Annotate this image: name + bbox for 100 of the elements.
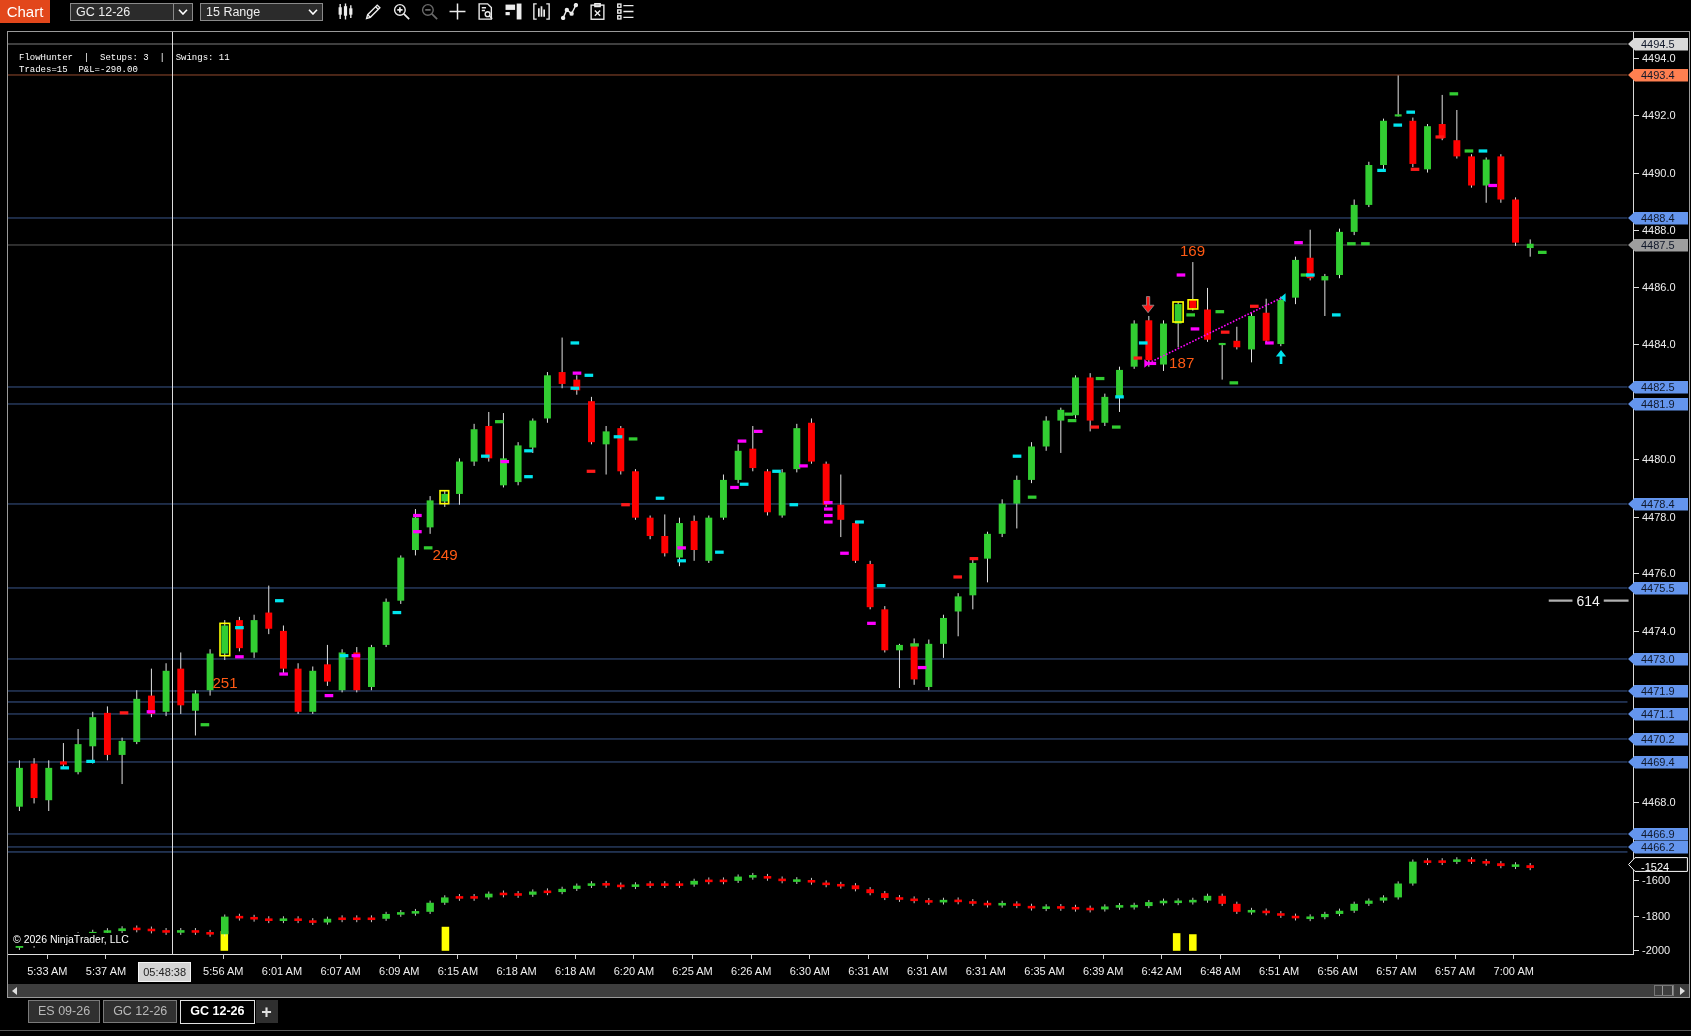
delta-candle [221, 914, 229, 937]
delta-candle [1365, 898, 1373, 907]
price-level-tag: 4487.5 [1628, 238, 1688, 252]
price-tick-label: 4478.0 [1634, 511, 1676, 523]
delta-candle [543, 887, 552, 896]
instrument-tab[interactable]: GC 12-26 [180, 1000, 255, 1024]
delta-candle [514, 890, 522, 899]
scroll-thumb[interactable] [1654, 985, 1674, 996]
delta-candle [793, 876, 801, 885]
document-search-icon[interactable] [477, 3, 494, 20]
delta-candle [1086, 905, 1094, 913]
price-level-tag: 4493.4 [1628, 68, 1688, 82]
delta-candle [250, 914, 258, 923]
delta-candle [177, 927, 185, 936]
indicator-tick-label: -1600 [1634, 874, 1671, 886]
delta-candle [895, 894, 904, 903]
delta-candle [983, 900, 992, 908]
delta-candle [807, 877, 816, 886]
delta-candle [103, 927, 112, 936]
delta-candle [485, 891, 493, 900]
delta-candle [851, 882, 860, 892]
delta-candle [1350, 901, 1358, 914]
delta-candle [646, 880, 654, 889]
delta-candle [1453, 856, 1461, 865]
signal-count-label: 169 [1179, 241, 1206, 259]
delta-candle [573, 883, 581, 892]
delta-candle [499, 890, 508, 898]
delta-candle [1379, 894, 1388, 904]
delta-candle [294, 915, 302, 924]
delta-candle [206, 929, 214, 938]
bar-type-dropdown[interactable]: 15 Range [200, 2, 323, 21]
delta-candle [1497, 860, 1505, 869]
horizontal-scrollbar[interactable] [8, 984, 1689, 997]
delta-candle [602, 880, 610, 889]
price-level-tag: 4481.9 [1628, 397, 1688, 411]
delta-candle [675, 880, 684, 889]
delta-candle [690, 878, 698, 888]
pencil-icon[interactable] [365, 3, 382, 20]
delta-candle [910, 895, 918, 904]
price-level-tag: 4488.4 [1628, 211, 1688, 225]
delta-candle [1482, 858, 1490, 867]
trade-summary-text: Trades=15 P&L=-290.00 [19, 64, 139, 76]
crosshair-icon[interactable] [449, 3, 466, 20]
candlestick-icon[interactable] [337, 3, 354, 20]
delta-candle [426, 900, 434, 915]
instrument-dropdown[interactable]: GC 12-26 [70, 2, 193, 21]
line-nodes-icon[interactable] [561, 3, 578, 20]
price-level-tag: 4466.2 [1628, 840, 1688, 854]
up-arrow-marker [1275, 349, 1287, 364]
delta-candle [162, 927, 170, 936]
delta-candle [470, 893, 478, 902]
ruler-value: 614 [1576, 592, 1600, 609]
indicator-tick-label: -1800 [1634, 910, 1671, 922]
instrument-tab[interactable]: GC 12-26 [103, 1000, 178, 1023]
volume-spike-bar [1172, 933, 1181, 951]
list-icon[interactable] [617, 3, 634, 20]
delta-candle [367, 914, 376, 923]
price-level-tag: 4469.4 [1628, 755, 1688, 769]
cursor-time-label: 05:48:38 [138, 962, 192, 982]
price-tick-label: 4490.0 [1634, 167, 1676, 179]
delta-candle [147, 926, 156, 934]
signal-count-label: 187 [1169, 353, 1195, 371]
delta-candle [441, 894, 449, 906]
delta-candle [954, 897, 962, 905]
delta-candle [1526, 862, 1534, 871]
panel-layout-icon[interactable] [505, 3, 522, 20]
delta-candle [925, 897, 933, 906]
strategy-status-text: FlowHunter | Setups: 3 | Swings: 11 [19, 52, 230, 64]
delta-candle [265, 915, 273, 924]
delta-candle [353, 914, 361, 923]
delta-candle [397, 909, 405, 918]
price-level-tag: 4466.9 [1628, 827, 1688, 841]
scroll-left-icon[interactable] [12, 986, 17, 995]
framed-bar-chart-icon[interactable] [533, 3, 550, 20]
delta-candle [705, 877, 713, 885]
delta-candle [323, 916, 332, 926]
signal-count-label: 249 [432, 545, 458, 563]
add-tab-button[interactable]: + [255, 1000, 278, 1023]
price-tick-label: 4474.0 [1634, 625, 1676, 637]
price-level-tag: 4494.5 [1628, 37, 1688, 51]
instrument-tab[interactable]: ES 09-26 [28, 1000, 101, 1023]
delta-candle [1423, 857, 1432, 866]
delta-candle [455, 893, 464, 902]
delta-candle [1394, 880, 1402, 900]
caret-icon [178, 8, 188, 15]
delta-candle [631, 881, 640, 890]
delta-candle [1101, 903, 1109, 912]
clipboard-icon[interactable] [589, 3, 606, 20]
delta-candle [133, 925, 141, 933]
price-tick-label: 4486.0 [1634, 281, 1676, 293]
delta-candle [1291, 913, 1300, 921]
delta-candle [1247, 907, 1256, 916]
current-value-tag: -1524 [1628, 857, 1688, 872]
zoom-in-icon[interactable] [393, 3, 410, 20]
scroll-right-icon[interactable] [1680, 986, 1685, 995]
price-level-tag: 4475.5 [1628, 581, 1688, 595]
delta-candle [1013, 900, 1021, 909]
delta-candle [1467, 856, 1476, 865]
price-tick-label: 4468.0 [1634, 796, 1676, 808]
delta-candle [1174, 897, 1182, 906]
